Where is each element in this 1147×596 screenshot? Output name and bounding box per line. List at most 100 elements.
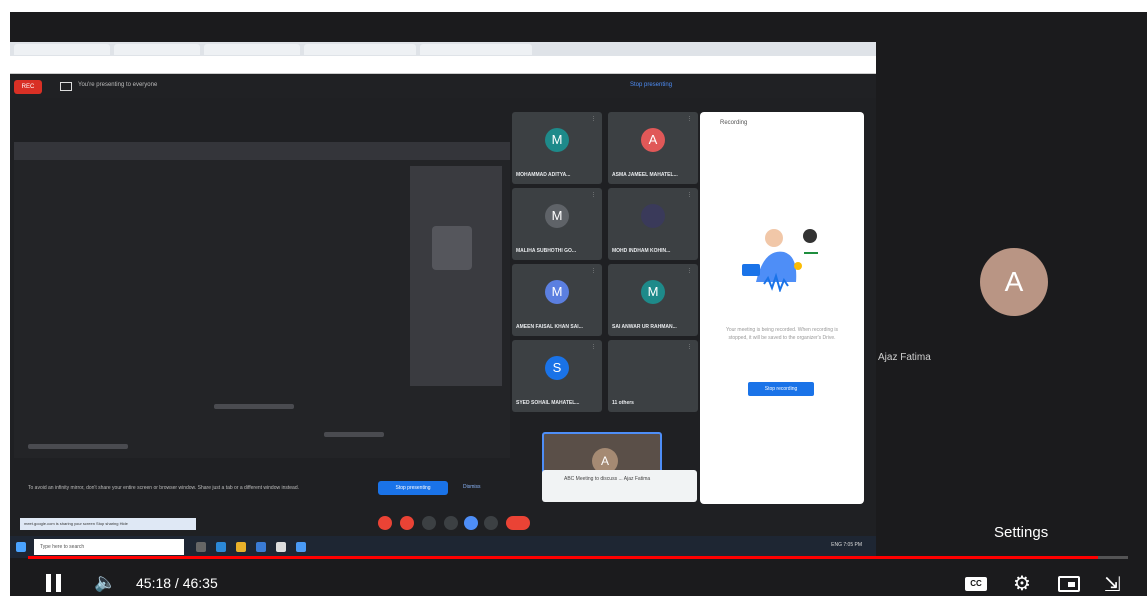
file-explorer-icon (236, 542, 246, 552)
tile-more-icon: ⋮ (591, 344, 596, 350)
shared-toolbar (14, 142, 510, 160)
browser-tab (204, 44, 300, 55)
edge-icon (216, 542, 226, 552)
rec-badge: REC (14, 80, 42, 94)
camera-off-icon (400, 516, 414, 530)
participant-tile: M AMEEN FAISAL KHAN SAI... ⋮ (512, 264, 602, 336)
windows-start-icon (16, 542, 26, 552)
participant-avatar: M (545, 204, 569, 228)
participant-name: 11 others (612, 400, 634, 406)
browser-tab (304, 44, 416, 55)
participant-name: MALIHA SUBHOTHI GO... (516, 248, 577, 254)
participant-avatar: A (641, 128, 665, 152)
hand-icon (444, 516, 458, 530)
tile-more-icon: ⋮ (687, 344, 692, 350)
settings-tooltip: Settings (994, 524, 1049, 541)
settings-gear-icon[interactable]: ⚙ (1013, 571, 1031, 596)
browser-address-bar (10, 56, 876, 74)
participant-tile: M MOHAMMAD ADITYA... ⋮ (512, 112, 602, 184)
participant-avatar: S (545, 356, 569, 380)
system-clock: ENG 7:05 PM (831, 542, 862, 548)
participant-name: SYED SOHAIL MAHATEL... (516, 400, 580, 406)
recording-panel-title: Recording (720, 120, 748, 126)
tile-more-icon: ⋮ (687, 268, 692, 274)
tile-more-icon: ⋮ (591, 192, 596, 198)
present-screen-icon (60, 82, 72, 91)
tile-more-icon: ⋮ (687, 192, 692, 198)
taskbar-search: Type here to search (34, 539, 184, 555)
time-separator: / (171, 575, 183, 591)
leave-call-icon (506, 516, 530, 530)
browser-tab (14, 44, 110, 55)
blurred-text (214, 404, 294, 409)
meet-controls (360, 512, 530, 532)
participant-name: MOHAMMAD ADITYA... (516, 172, 571, 178)
recording-illustration-icon (742, 229, 818, 292)
participant-tile: M SAI ANWAR UR RAHMAN... ⋮ (608, 264, 698, 336)
browser-tab-strip (10, 42, 876, 56)
present-icon (464, 516, 478, 530)
pause-icon (46, 574, 51, 592)
participant-tile: S SYED SOHAIL MAHATEL... ⋮ (512, 340, 602, 412)
captions-icon (422, 516, 436, 530)
player-controls: 🔈 45:18 / 46:35 CC ⚙ ⇲ (10, 566, 1147, 596)
progress-fill (28, 556, 1098, 559)
infinity-mirror-notice: To avoid an infinity mirror, don't share… (28, 485, 300, 491)
pause-button[interactable] (46, 574, 64, 592)
more-options-icon (484, 516, 498, 530)
app-icon (296, 542, 306, 552)
captions-button[interactable]: CC (965, 577, 987, 591)
shared-widget (432, 226, 472, 270)
miniplayer-icon[interactable] (1058, 576, 1080, 592)
video-player[interactable]: REC You're presenting to everyone Stop p… (10, 12, 1147, 596)
time-total: 46:35 (182, 575, 218, 591)
browser-tab (114, 44, 200, 55)
dismiss-button: Dismiss (463, 484, 481, 490)
browser-tab (420, 44, 532, 55)
shared-screen (14, 142, 510, 458)
time-display: 45:18 / 46:35 (136, 575, 218, 591)
participant-name: AMEEN FAISAL KHAN SAI... (516, 324, 583, 330)
recording-panel-description: Your meeting is being recorded. When rec… (725, 327, 839, 341)
shared-side-panel (410, 166, 502, 386)
presenting-label: You're presenting to everyone (78, 82, 158, 88)
volume-icon[interactable]: 🔈 (94, 572, 116, 593)
participant-name: ASMA JAMEEL MAHATEL... (612, 172, 678, 178)
participant-avatar (641, 356, 665, 380)
chrome-icon (276, 542, 286, 552)
store-icon (256, 542, 266, 552)
blurred-text (28, 444, 128, 449)
address-url (70, 60, 710, 70)
mic-off-icon (378, 516, 392, 530)
video-frame: REC You're presenting to everyone Stop p… (10, 42, 876, 558)
tile-more-icon: ⋮ (591, 268, 596, 274)
stop-recording-button: Stop recording (748, 382, 814, 396)
participant-name: MOHD INDHAM KOHIN... (612, 248, 671, 254)
participant-avatar: M (545, 128, 569, 152)
windows-taskbar: Type here to search ENG 7:05 PM (10, 536, 876, 558)
task-view-icon (196, 542, 206, 552)
progress-bar[interactable] (28, 556, 1128, 559)
participant-avatar: M (641, 280, 665, 304)
time-current: 45:18 (136, 575, 172, 591)
pause-icon (56, 574, 61, 592)
sharing-strip: meet.google.com is sharing your screen S… (20, 518, 196, 530)
exit-fullscreen-icon[interactable]: ⇲ (1104, 572, 1121, 596)
stop-presenting-button: Stop presenting (378, 481, 448, 495)
stop-presenting-link: Stop presenting (630, 82, 673, 88)
participant-name: SAI ANWAR UR RAHMAN... (612, 324, 677, 330)
participant-tile: M MALIHA SUBHOTHI GO... ⋮ (512, 188, 602, 260)
viewer-name: Ajaz Fatima (878, 352, 931, 363)
meet-top-bar: REC You're presenting to everyone Stop p… (10, 76, 876, 98)
participant-avatar (641, 204, 665, 228)
participant-avatar: M (545, 280, 569, 304)
blurred-text (324, 432, 384, 437)
meeting-toast: ABC Meeting to discuss ... Ajaz Fatima (542, 470, 697, 502)
recording-panel: Recording Your meeting is being recorded… (700, 112, 864, 504)
viewer-avatar: A (980, 248, 1048, 316)
participant-tile: MOHD INDHAM KOHIN... ⋮ (608, 188, 698, 260)
tile-more-icon: ⋮ (687, 116, 692, 122)
participant-tile: A ASMA JAMEEL MAHATEL... ⋮ (608, 112, 698, 184)
tile-more-icon: ⋮ (591, 116, 596, 122)
participant-tile: 11 others ⋮ (608, 340, 698, 412)
